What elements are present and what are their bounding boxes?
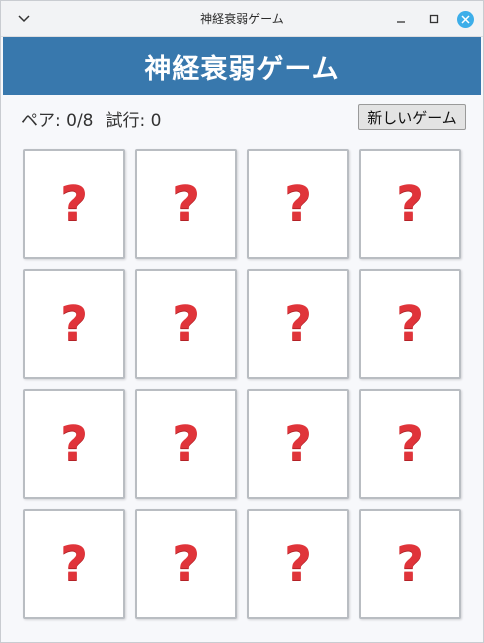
window-title: 神経衰弱ゲーム [200,12,284,26]
question-mark-icon: ? [284,176,312,232]
page-title: 神経衰弱ゲーム [144,53,340,84]
memory-card[interactable]: ? [247,269,349,379]
new-game-button[interactable]: 新しいゲーム [358,104,466,130]
memory-card[interactable]: ? [247,149,349,259]
memory-card[interactable]: ? [23,149,125,259]
question-mark-icon: ? [172,176,200,232]
question-mark-icon: ? [172,416,200,472]
memory-card[interactable]: ? [135,269,237,379]
tries-counter: 試行: 0 [105,111,162,131]
close-button[interactable] [456,10,474,28]
memory-card[interactable]: ? [359,389,461,499]
question-mark-icon: ? [172,536,200,592]
close-icon [456,10,474,28]
question-mark-icon: ? [396,536,424,592]
memory-card[interactable]: ? [359,269,461,379]
memory-card[interactable]: ? [23,389,125,499]
memory-card[interactable]: ? [359,149,461,259]
question-mark-icon: ? [396,176,424,232]
minimize-button[interactable] [392,10,410,28]
memory-card[interactable]: ? [247,389,349,499]
memory-card[interactable]: ? [23,269,125,379]
question-mark-icon: ? [60,176,88,232]
question-mark-icon: ? [60,296,88,352]
app-window: 神経衰弱ゲーム 神経衰弱ゲーム ペア: 0/8 試行: 0 新しいゲーム ? ?… [0,0,484,643]
question-mark-icon: ? [60,536,88,592]
question-mark-icon: ? [396,296,424,352]
memory-card[interactable]: ? [135,509,237,619]
maximize-button[interactable] [425,10,443,28]
memory-card[interactable]: ? [135,149,237,259]
minimize-icon [397,21,405,23]
question-mark-icon: ? [396,416,424,472]
title-bar: 神経衰弱ゲーム [1,1,483,37]
status-bar: ペア: 0/8 試行: 0 [21,106,161,131]
memory-card[interactable]: ? [359,509,461,619]
game-header: 神経衰弱ゲーム [3,37,481,95]
question-mark-icon: ? [284,416,312,472]
question-mark-icon: ? [284,536,312,592]
footer-text-clipped [1,637,483,642]
question-mark-icon: ? [284,296,312,352]
memory-card[interactable]: ? [23,509,125,619]
question-mark-icon: ? [172,296,200,352]
memory-card[interactable]: ? [247,509,349,619]
question-mark-icon: ? [60,416,88,472]
maximize-icon [429,14,439,24]
memory-card[interactable]: ? [135,389,237,499]
pairs-counter: ペア: 0/8 [21,111,94,131]
